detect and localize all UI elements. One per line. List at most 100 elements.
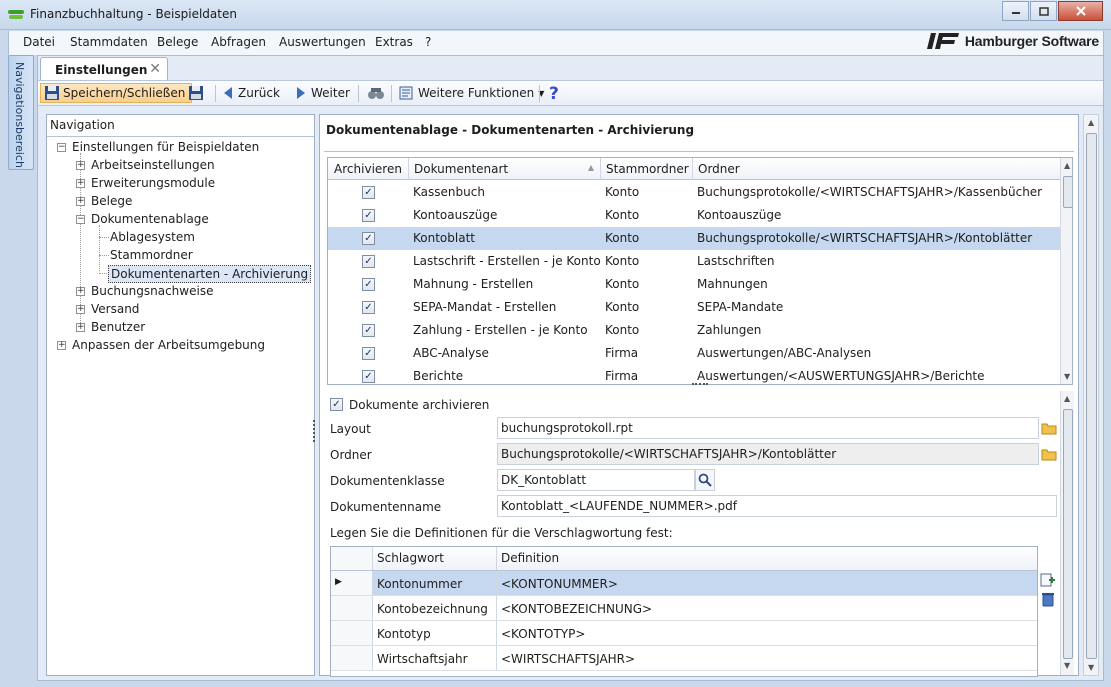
table-row[interactable]: ✓ Kassenbuch Konto Buchungsprotokolle/<W… — [328, 181, 1060, 204]
delete-row-icon[interactable] — [1040, 591, 1056, 607]
column-ordner[interactable]: Ordner — [693, 158, 1060, 180]
menu-datei[interactable]: Datei — [23, 35, 55, 49]
archive-checkbox[interactable]: ✓ — [362, 209, 375, 222]
tree-item-arbeitseinstellungen[interactable]: Arbeitseinstellungen — [91, 157, 215, 173]
scrollbar-thumb[interactable] — [1086, 133, 1097, 659]
close-tab-icon[interactable]: ✕ — [149, 61, 161, 77]
table-row[interactable]: ✓ Kontoblatt Konto Buchungsprotokolle/<W… — [328, 227, 1060, 250]
archive-checkbox[interactable]: ✓ — [362, 301, 375, 314]
column-schlagwort[interactable]: Schlagwort — [373, 547, 497, 570]
more-functions-button[interactable]: Weitere Funktionen ▼ — [398, 83, 544, 103]
table-row[interactable]: ✓ ABC-Analyse Firma Auswertungen/ABC-Ana… — [328, 342, 1060, 365]
maximize-button[interactable] — [1030, 1, 1057, 21]
collapse-icon[interactable]: − — [76, 215, 85, 224]
scroll-down-icon[interactable]: ▼ — [1064, 372, 1070, 381]
cell-stammordner: Konto — [605, 300, 640, 314]
add-row-icon[interactable] — [1040, 572, 1056, 588]
archive-documents-checkbox[interactable]: ✓ — [330, 398, 343, 411]
column-definition[interactable]: Definition — [497, 547, 1037, 570]
navigation-area-tab[interactable]: Navigationsbereich — [8, 55, 34, 170]
archive-checkbox[interactable]: ✓ — [362, 232, 375, 245]
folder-icon[interactable] — [1041, 446, 1057, 462]
table-row[interactable]: ✓ SEPA-Mandat - Erstellen Konto SEPA-Man… — [328, 296, 1060, 319]
tree-item-erweiterungsmodule[interactable]: Erweiterungsmodule — [91, 175, 215, 191]
menu-belege[interactable]: Belege — [157, 35, 198, 49]
table-row[interactable]: Kontotyp <KONTOTYP> — [331, 621, 1037, 646]
expand-icon[interactable]: + — [57, 341, 66, 350]
scroll-up-icon[interactable]: ▲ — [1088, 118, 1094, 127]
archive-checkbox[interactable]: ✓ — [362, 186, 375, 199]
column-dokumentenart[interactable]: Dokumentenart ▲ — [409, 158, 601, 180]
scroll-down-icon[interactable]: ▼ — [1088, 663, 1094, 672]
column-stammordner[interactable]: Stammordner — [601, 158, 693, 180]
table-row[interactable]: Wirtschaftsjahr <WIRTSCHAFTSJAHR> — [331, 646, 1037, 671]
archive-checkbox[interactable]: ✓ — [362, 255, 375, 268]
tab-einstellungen[interactable]: Einstellungen ✕ — [40, 57, 168, 81]
document-class-field[interactable]: DK_Kontoblatt — [497, 469, 695, 491]
close-window-button[interactable] — [1058, 1, 1103, 21]
archive-checkbox[interactable]: ✓ — [362, 324, 375, 337]
menu-help[interactable]: ? — [425, 35, 431, 49]
scroll-down-icon[interactable]: ▼ — [1064, 661, 1070, 670]
menu-auswertungen[interactable]: Auswertungen — [279, 35, 366, 49]
table-row[interactable]: ✓ Berichte Firma Auswertungen/<AUSWERTUN… — [328, 365, 1060, 384]
expand-icon[interactable]: + — [76, 323, 85, 332]
document-name-field[interactable]: Kontoblatt_<LAUFENDE_NUMMER>.pdf — [497, 495, 1057, 517]
splitter-handle[interactable] — [313, 420, 317, 442]
save-close-button[interactable]: Speichern/Schließen — [40, 83, 193, 103]
page-scrollbar[interactable]: ▲ ▼ — [1083, 114, 1099, 676]
table-row[interactable]: ✓ Kontoauszüge Konto Kontoauszüge — [328, 204, 1060, 227]
tree-root-settings[interactable]: Einstellungen für Beispieldaten — [72, 139, 259, 155]
cell-stammordner: Firma — [605, 369, 639, 383]
document-class-search-button[interactable] — [695, 469, 715, 491]
expand-icon[interactable]: + — [76, 305, 85, 314]
tree-item-dokumentenablage[interactable]: Dokumentenablage — [91, 211, 209, 227]
minimize-button[interactable] — [1002, 1, 1029, 21]
brand-logo: Hamburger Software — [926, 33, 1099, 49]
archive-checkbox[interactable]: ✓ — [362, 370, 375, 383]
table-row[interactable]: ✓ Zahlung - Erstellen - je Konto Konto Z… — [328, 319, 1060, 342]
print-preview-button[interactable] — [367, 83, 385, 103]
scroll-up-icon[interactable]: ▲ — [1064, 161, 1070, 170]
menu-stammdaten[interactable]: Stammdaten — [70, 35, 148, 49]
menu-extras[interactable]: Extras — [375, 35, 413, 49]
tree-root-workspace[interactable]: Anpassen der Arbeitsumgebung — [72, 337, 265, 353]
folder-icon[interactable] — [1041, 420, 1057, 436]
save-button[interactable] — [188, 83, 204, 103]
scroll-up-icon[interactable]: ▲ — [1064, 394, 1070, 403]
back-button[interactable]: Zurück — [222, 83, 280, 103]
table-row[interactable]: ✓ Lastschrift - Erstellen - je Konto Kon… — [328, 250, 1060, 273]
layout-field[interactable]: buchungsprotokoll.rpt — [497, 417, 1039, 439]
cell-dokumentenart: SEPA-Mandat - Erstellen — [413, 300, 557, 314]
table-row[interactable]: ▶ Kontonummer <KONTONUMMER> — [331, 571, 1037, 596]
expand-icon[interactable]: + — [76, 287, 85, 296]
tree-item-belege[interactable]: Belege — [91, 193, 132, 209]
expand-icon[interactable]: + — [76, 197, 85, 206]
scrollbar-thumb[interactable] — [1063, 409, 1073, 659]
splitter-handle[interactable] — [692, 383, 708, 386]
app-logo-icon — [8, 10, 24, 19]
scrollbar-thumb[interactable] — [1063, 176, 1072, 208]
archive-checkbox[interactable]: ✓ — [362, 347, 375, 360]
collapse-icon[interactable]: − — [57, 143, 66, 152]
table-row[interactable]: ✓ Mahnung - Erstellen Konto Mahnungen — [328, 273, 1060, 296]
expand-icon[interactable]: + — [76, 161, 85, 170]
cell-definition: <WIRTSCHAFTSJAHR> — [501, 652, 636, 666]
column-archivieren[interactable]: Archivieren — [328, 158, 409, 180]
grid-scrollbar[interactable]: ▲ ▼ — [1060, 158, 1072, 384]
expand-icon[interactable]: + — [76, 179, 85, 188]
tree-item-dokumentenarten-archivierung[interactable]: Dokumentenarten - Archivierung — [108, 265, 312, 283]
menu-abfragen[interactable]: Abfragen — [211, 35, 266, 49]
forward-button[interactable]: Weiter — [295, 83, 350, 103]
folder-field[interactable]: Buchungsprotokolle/<WIRTSCHAFTSJAHR>/Kon… — [497, 443, 1039, 465]
tree-item-ablagesystem[interactable]: Ablagesystem — [110, 229, 195, 245]
tree-item-versand[interactable]: Versand — [91, 301, 139, 317]
table-row[interactable]: Kontobezeichnung <KONTOBEZEICHNUNG> — [331, 596, 1037, 621]
tree-item-stammordner[interactable]: Stammordner — [110, 247, 193, 263]
help-button[interactable]: ? — [548, 83, 562, 103]
archive-checkbox[interactable]: ✓ — [362, 278, 375, 291]
cell-ordner: Mahnungen — [697, 277, 768, 291]
tree-item-buchungsnachweise[interactable]: Buchungsnachweise — [91, 283, 213, 299]
tree-item-benutzer[interactable]: Benutzer — [91, 319, 145, 335]
detail-scrollbar[interactable]: ▲ ▼ — [1060, 391, 1074, 675]
